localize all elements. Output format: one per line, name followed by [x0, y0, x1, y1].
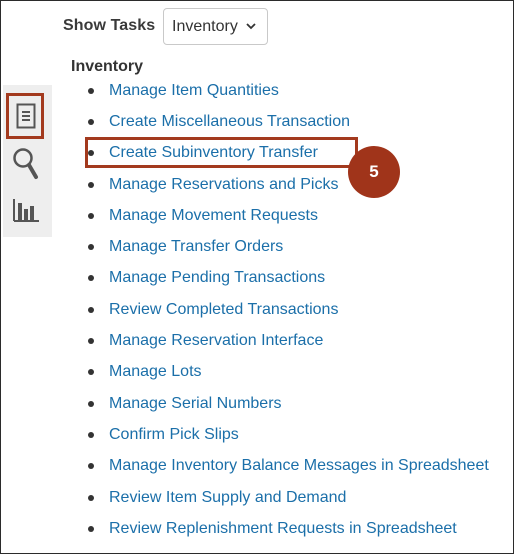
show-tasks-select[interactable]: Inventory [163, 8, 268, 45]
task-list-item: Manage Serial Numbers [88, 388, 489, 419]
task-link-manage-movement-requests[interactable]: Manage Movement Requests [109, 207, 318, 225]
task-list-item: Manage Pending Transactions [88, 263, 489, 294]
task-link-manage-inventory-balance-messages[interactable]: Manage Inventory Balance Messages in Spr… [109, 457, 489, 475]
tasks-panel: Show Tasks Inventory Inventory Manage It… [0, 0, 514, 554]
task-link-manage-pending-transactions[interactable]: Manage Pending Transactions [109, 269, 325, 287]
section-title: Inventory [71, 58, 144, 75]
bullet-icon [88, 87, 94, 94]
show-tasks-selected-value: Inventory [172, 17, 238, 35]
task-link-review-completed-transactions[interactable]: Review Completed Transactions [109, 301, 338, 319]
task-link-manage-lots[interactable]: Manage Lots [109, 363, 202, 381]
search-icon [13, 148, 38, 179]
bullet-icon [88, 244, 94, 251]
step-number-badge: 5 [348, 146, 400, 198]
task-list-item: Manage Inventory Balance Messages in Spr… [88, 451, 489, 482]
reports-icon [13, 199, 39, 222]
bullet-icon [88, 431, 94, 438]
task-link-review-item-supply-and-demand[interactable]: Review Item Supply and Demand [109, 489, 346, 507]
task-list-item: Confirm Pick Slips [88, 419, 489, 450]
task-list-item: Manage Item Quantities [88, 75, 489, 106]
task-list-item: Create Miscellaneous Transaction [88, 106, 489, 137]
bullet-icon [88, 525, 94, 532]
bullet-icon [88, 306, 94, 313]
task-link-manage-item-quantities[interactable]: Manage Item Quantities [109, 82, 279, 100]
task-link-manage-reservation-interface[interactable]: Manage Reservation Interface [109, 332, 323, 350]
bullet-icon [88, 181, 94, 188]
task-link-manage-serial-numbers[interactable]: Manage Serial Numbers [109, 395, 282, 413]
bullet-icon [88, 494, 94, 501]
bullet-icon [88, 369, 94, 376]
bullet-icon [88, 275, 94, 282]
show-tasks-label: Show Tasks [63, 17, 156, 34]
task-list-item: Manage Lots [88, 357, 489, 388]
chevron-down-icon [246, 23, 256, 30]
bullet-icon [88, 463, 94, 470]
task-link-manage-reservations-and-picks[interactable]: Manage Reservations and Picks [109, 176, 338, 194]
task-list-item: Manage Reservation Interface [88, 325, 489, 356]
task-list-item: Review Item Supply and Demand [88, 482, 489, 513]
bullet-icon [88, 212, 94, 219]
tasks-tab-highlight [6, 93, 44, 139]
task-link-create-miscellaneous-transaction[interactable]: Create Miscellaneous Transaction [109, 113, 350, 131]
search-tab-button[interactable] [5, 143, 47, 185]
reports-tab-button[interactable] [5, 189, 47, 231]
bullet-icon [88, 400, 94, 407]
task-list-item: Manage Transfer Orders [88, 231, 489, 262]
task-link-confirm-pick-slips[interactable]: Confirm Pick Slips [109, 426, 239, 444]
task-link-review-replenishment-requests[interactable]: Review Replenishment Requests in Spreads… [109, 520, 457, 538]
bullet-icon [88, 338, 94, 345]
task-list-item: Review Replenishment Requests in Spreads… [88, 513, 489, 544]
task-list-item: Manage Reservations and Picks [88, 169, 489, 200]
bullet-icon [88, 118, 94, 125]
task-list-item: Review Completed Transactions [88, 294, 489, 325]
create-subinventory-transfer-highlight [85, 137, 358, 168]
task-link-manage-transfer-orders[interactable]: Manage Transfer Orders [109, 238, 283, 256]
task-list-item: Manage Movement Requests [88, 200, 489, 231]
